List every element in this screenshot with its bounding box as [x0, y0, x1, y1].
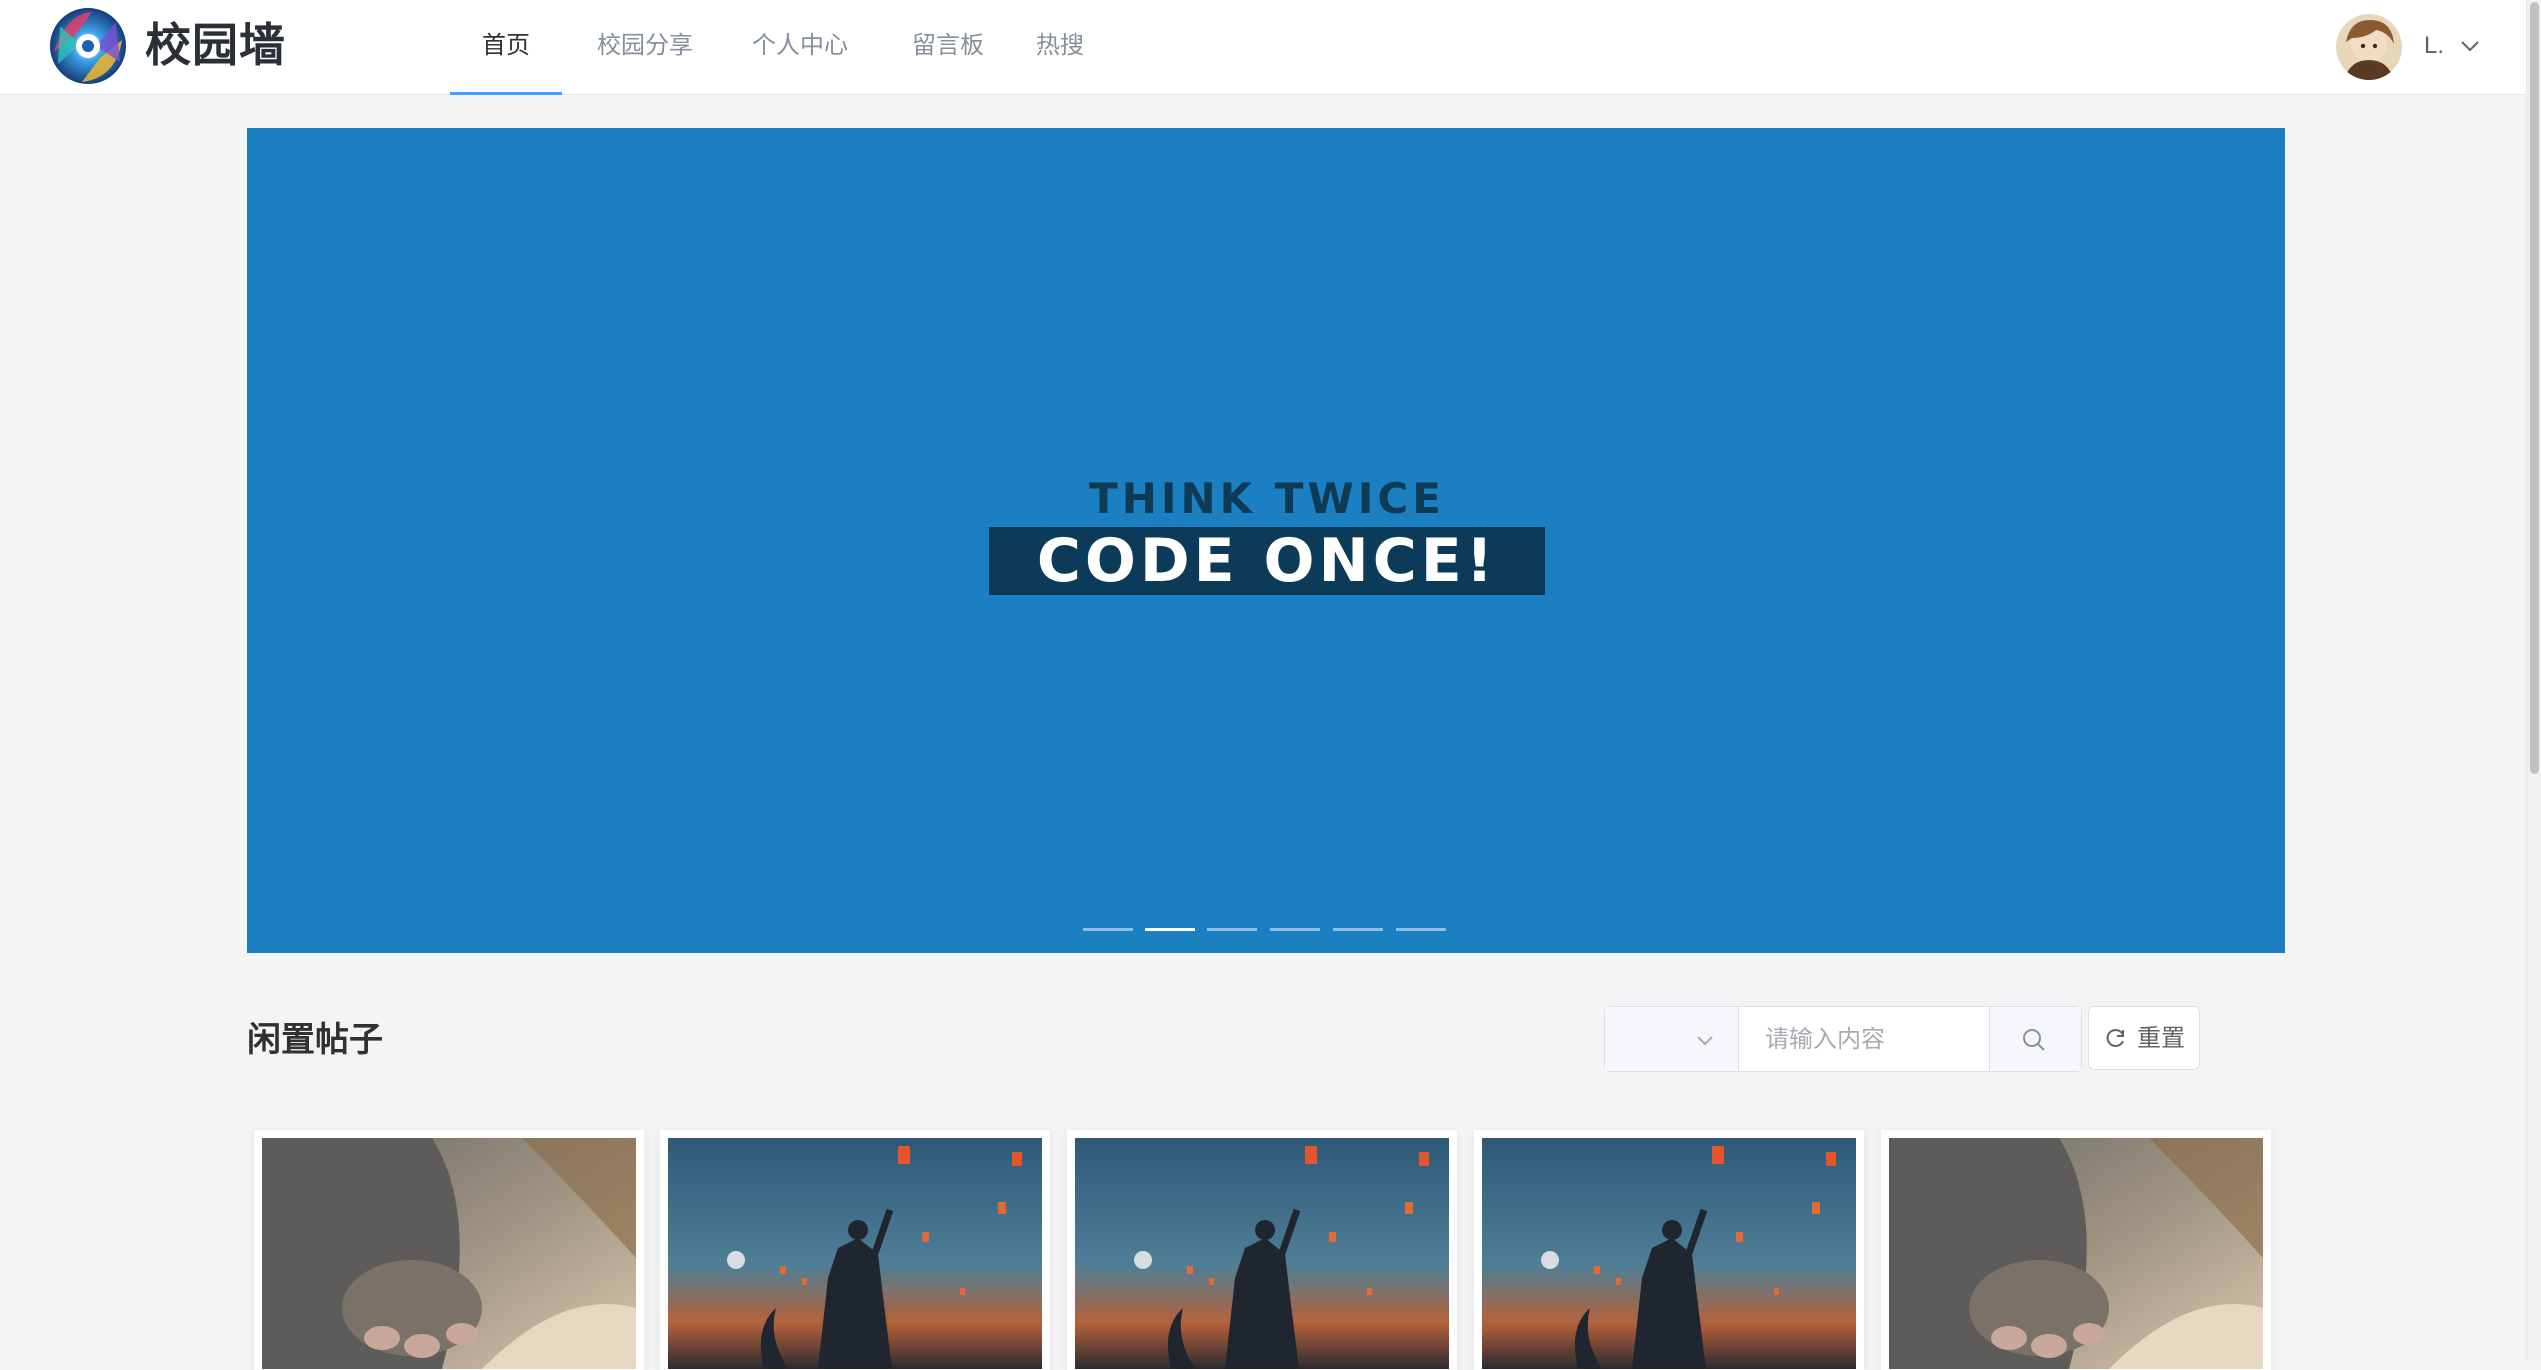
refresh-icon — [2106, 1029, 2124, 1047]
site-logo[interactable] — [46, 4, 130, 88]
slogan-bottom-text: CODE ONCE! — [989, 527, 1545, 595]
reset-button[interactable]: 重置 — [2088, 1006, 2200, 1070]
nav-home[interactable]: 首页 — [450, 0, 562, 95]
post-card[interactable] — [1474, 1130, 1864, 1370]
carousel-indicator[interactable] — [1083, 928, 1133, 931]
section-title: 闲置帖子 — [247, 1020, 383, 1060]
search-icon — [2023, 1029, 2045, 1051]
carousel-indicator[interactable] — [1207, 928, 1257, 931]
post-card[interactable] — [660, 1130, 1050, 1370]
post-card[interactable] — [1067, 1130, 1457, 1370]
post-card[interactable] — [254, 1130, 644, 1370]
search-input[interactable] — [1739, 1007, 1989, 1071]
post-image-lantern[interactable] — [1075, 1138, 1449, 1369]
banner-slogan: THINK TWICE CODE ONCE! — [989, 473, 1545, 595]
reset-button-label: 重置 — [2137, 1024, 2185, 1052]
post-image-lantern[interactable] — [668, 1138, 1042, 1369]
category-select[interactable] — [1605, 1007, 1739, 1071]
scrollbar-thumb[interactable] — [2530, 2, 2539, 774]
post-image-cat[interactable] — [262, 1138, 636, 1369]
carousel-indicator[interactable] — [1396, 928, 1446, 931]
post-card[interactable] — [1881, 1130, 2271, 1370]
carousel-indicator-active[interactable] — [1145, 928, 1195, 931]
user-name[interactable]: L. — [2424, 28, 2444, 64]
chevron-down-icon — [1694, 1031, 1716, 1049]
site-brand[interactable]: 校园墙 — [145, 14, 286, 76]
chevron-down-icon[interactable] — [2458, 36, 2482, 56]
nav-campus-share[interactable]: 校园分享 — [590, 0, 700, 95]
page-scrollbar[interactable] — [2526, 0, 2541, 1361]
carousel-indicator[interactable] — [1333, 928, 1383, 931]
nav-hot-search[interactable]: 热搜 — [1032, 0, 1088, 95]
top-navbar: 校园墙 首页 校园分享 个人中心 留言板 热搜 L. — [0, 0, 2526, 95]
carousel-indicator[interactable] — [1270, 928, 1320, 931]
nav-message-board[interactable]: 留言板 — [908, 0, 988, 95]
post-image-cat[interactable] — [1889, 1138, 2263, 1369]
search-bar — [1604, 1006, 2082, 1072]
nav-personal-center[interactable]: 个人中心 — [748, 0, 852, 95]
post-image-lantern[interactable] — [1482, 1138, 1856, 1369]
search-button[interactable] — [1989, 1007, 2081, 1071]
user-avatar[interactable] — [2336, 14, 2402, 80]
slogan-top-text: THINK TWICE — [1089, 474, 1445, 523]
banner-carousel[interactable]: THINK TWICE CODE ONCE! — [247, 128, 2285, 953]
